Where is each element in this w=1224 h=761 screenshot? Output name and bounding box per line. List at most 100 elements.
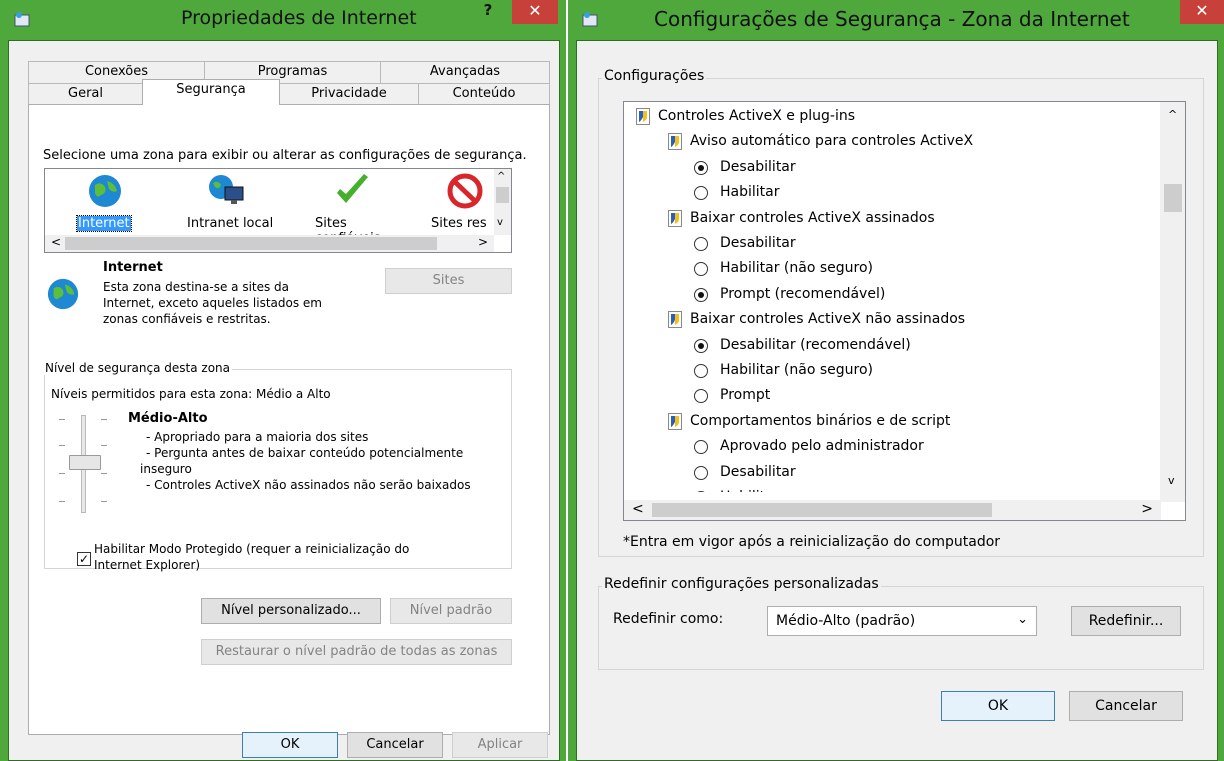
radio-button[interactable]: [694, 440, 708, 455]
tree-option[interactable]: Habilitar (não seguro): [624, 259, 1144, 281]
tree-option[interactable]: Desabilitar: [624, 158, 1144, 180]
tab-advanced[interactable]: Avançadas: [380, 61, 550, 83]
radio-button[interactable]: [694, 287, 708, 302]
reset-level-select[interactable]: Médio-Alto (padrão) ⌄: [767, 606, 1037, 636]
scroll-down-arrow[interactable]: v: [497, 217, 503, 228]
restore-all-zones-button[interactable]: Restaurar o nível padrão de todas as zon…: [201, 639, 512, 665]
tab-security[interactable]: Segurança: [142, 79, 280, 105]
close-button[interactable]: ✕: [1180, 0, 1224, 24]
tree-item-label: Desabilitar: [720, 158, 796, 175]
tree-option[interactable]: Desabilitar: [624, 234, 1144, 256]
radio-button[interactable]: [694, 491, 708, 492]
app-icon: [582, 12, 598, 27]
scroll-left-arrow[interactable]: <: [632, 501, 644, 517]
window-title: Propriedades de Internet: [181, 7, 417, 29]
tree-item-label: Prompt: [720, 387, 771, 404]
restart-note: *Entra em vigor após a reinicialização d…: [623, 534, 1001, 550]
tree-option[interactable]: Desabilitar (recomendável): [624, 336, 1144, 358]
scroll-down-arrow[interactable]: v: [1168, 474, 1175, 487]
tab-privacy[interactable]: Privacidade: [279, 83, 419, 105]
scroll-right-arrow[interactable]: >: [1141, 501, 1153, 517]
scroll-thumb[interactable]: [1164, 184, 1182, 212]
zone-list-vscroll[interactable]: ^ v: [494, 169, 511, 235]
zone-trusted-sites[interactable]: Sites confiáveis: [307, 173, 407, 246]
tree-setting[interactable]: Aviso automático para controles ActiveX: [624, 132, 1144, 154]
radio-button[interactable]: [694, 237, 708, 251]
zone-local-intranet[interactable]: Intranet local: [185, 173, 285, 233]
scroll-left-arrow[interactable]: <: [51, 235, 61, 249]
scroll-up-arrow[interactable]: ^: [497, 171, 505, 182]
radio-button[interactable]: [694, 389, 708, 404]
title-bar[interactable]: Configurações de Segurança - Zona da Int…: [568, 0, 1224, 40]
zone-label-restricted: Sites res: [431, 216, 487, 231]
protected-mode-checkbox[interactable]: ✓: [77, 552, 91, 566]
sites-button[interactable]: Sites: [385, 268, 512, 294]
scroll-thumb-h[interactable]: [652, 503, 992, 517]
scroll-right-arrow[interactable]: >: [478, 235, 488, 249]
slider-tick: [101, 445, 107, 446]
tree-item-label: Controles ActiveX e plug-ins: [658, 108, 856, 124]
default-level-button[interactable]: Nível padrão: [390, 598, 512, 624]
custom-level-button[interactable]: Nível personalizado...: [201, 598, 381, 624]
scroll-thumb-h[interactable]: [65, 237, 437, 250]
zone-list[interactable]: Internet Intranet local Sites confiáveis…: [44, 168, 512, 253]
tree-option[interactable]: Habilitar: [624, 488, 1144, 492]
close-button[interactable]: ✕: [512, 0, 558, 24]
radio-button[interactable]: [694, 338, 708, 353]
tab-content[interactable]: Conteúdo: [418, 83, 550, 105]
settings-vscroll[interactable]: ^ v: [1160, 102, 1185, 502]
scroll-thumb[interactable]: [496, 187, 509, 203]
radio-button[interactable]: [694, 364, 708, 378]
app-icon: [14, 12, 30, 27]
tree-item-label: Desabilitar: [720, 463, 796, 480]
tree-item-label: Aprovado pelo administrador: [720, 438, 924, 455]
reset-group-label: Redefinir configurações personalizadas: [602, 576, 881, 592]
zone-restricted-sites[interactable]: Sites res: [429, 173, 493, 233]
settings-tree[interactable]: Controles ActiveX e plug-ins Aviso automá…: [623, 101, 1186, 521]
tree-option[interactable]: Aprovado pelo administrador: [624, 437, 1144, 459]
zone-description-line-1: Esta zona destina-se a sites da: [103, 280, 290, 294]
globe-icon: [47, 278, 79, 310]
tree-option[interactable]: Habilitar (não seguro): [624, 361, 1144, 383]
cancel-button[interactable]: Cancelar: [1069, 691, 1183, 721]
zone-description-line-2: Internet, exceto aqueles listados em: [103, 296, 322, 310]
tree-option[interactable]: Habilitar: [624, 183, 1144, 205]
settings-hscroll[interactable]: < >: [624, 500, 1161, 520]
cancel-button[interactable]: Cancelar: [347, 732, 443, 758]
slider-tick: [101, 501, 107, 502]
tab-general[interactable]: Geral: [28, 83, 143, 105]
shield-icon: [668, 209, 682, 227]
zone-description-line-3: zonas confiáveis e restritas.: [103, 312, 271, 326]
tree-item-label: Desabilitar (recomendável): [720, 336, 911, 353]
radio-button[interactable]: [694, 262, 708, 277]
apply-button[interactable]: Aplicar: [452, 732, 548, 758]
tree-setting[interactable]: Baixar controles ActiveX assinados: [624, 209, 1144, 231]
tree-category[interactable]: Controles ActiveX e plug-ins: [624, 107, 1144, 129]
protected-mode-label-1[interactable]: Habilitar Modo Protegido (requer a reini…: [94, 542, 409, 556]
protected-mode-label-2[interactable]: Internet Explorer): [94, 558, 200, 572]
tree-option[interactable]: Prompt: [624, 386, 1144, 408]
security-level-slider[interactable]: [53, 415, 113, 515]
help-button[interactable]: ?: [473, 1, 503, 23]
tree-setting[interactable]: Comportamentos binários e de script: [624, 412, 1144, 434]
tree-item-label: Desabilitar: [720, 235, 796, 251]
tree-option[interactable]: Prompt (recomendável): [624, 285, 1144, 307]
ok-button[interactable]: OK: [941, 691, 1055, 721]
scroll-up-arrow[interactable]: ^: [1168, 108, 1177, 121]
slider-tick: [101, 419, 107, 420]
radio-button[interactable]: [694, 465, 708, 480]
tree-item-label: Comportamentos binários e de script: [690, 412, 951, 429]
tree-option[interactable]: Desabilitar: [624, 463, 1144, 485]
radio-button[interactable]: [694, 186, 708, 201]
zone-internet[interactable]: Internet: [67, 173, 147, 233]
slider-tick: [101, 473, 107, 474]
zone-list-hscroll[interactable]: < >: [45, 235, 494, 252]
window-title: Configurações de Segurança - Zona da Int…: [654, 7, 1130, 31]
title-bar[interactable]: Propriedades de Internet ? ✕: [0, 0, 566, 40]
slider-thumb[interactable]: [69, 455, 101, 470]
radio-button[interactable]: [694, 160, 708, 175]
reset-button[interactable]: Redefinir...: [1071, 606, 1181, 636]
ok-button[interactable]: OK: [242, 732, 338, 758]
tree-setting[interactable]: Baixar controles ActiveX não assinados: [624, 310, 1144, 332]
level-bullet-3: - Controles ActiveX não assinados não se…: [146, 478, 471, 492]
